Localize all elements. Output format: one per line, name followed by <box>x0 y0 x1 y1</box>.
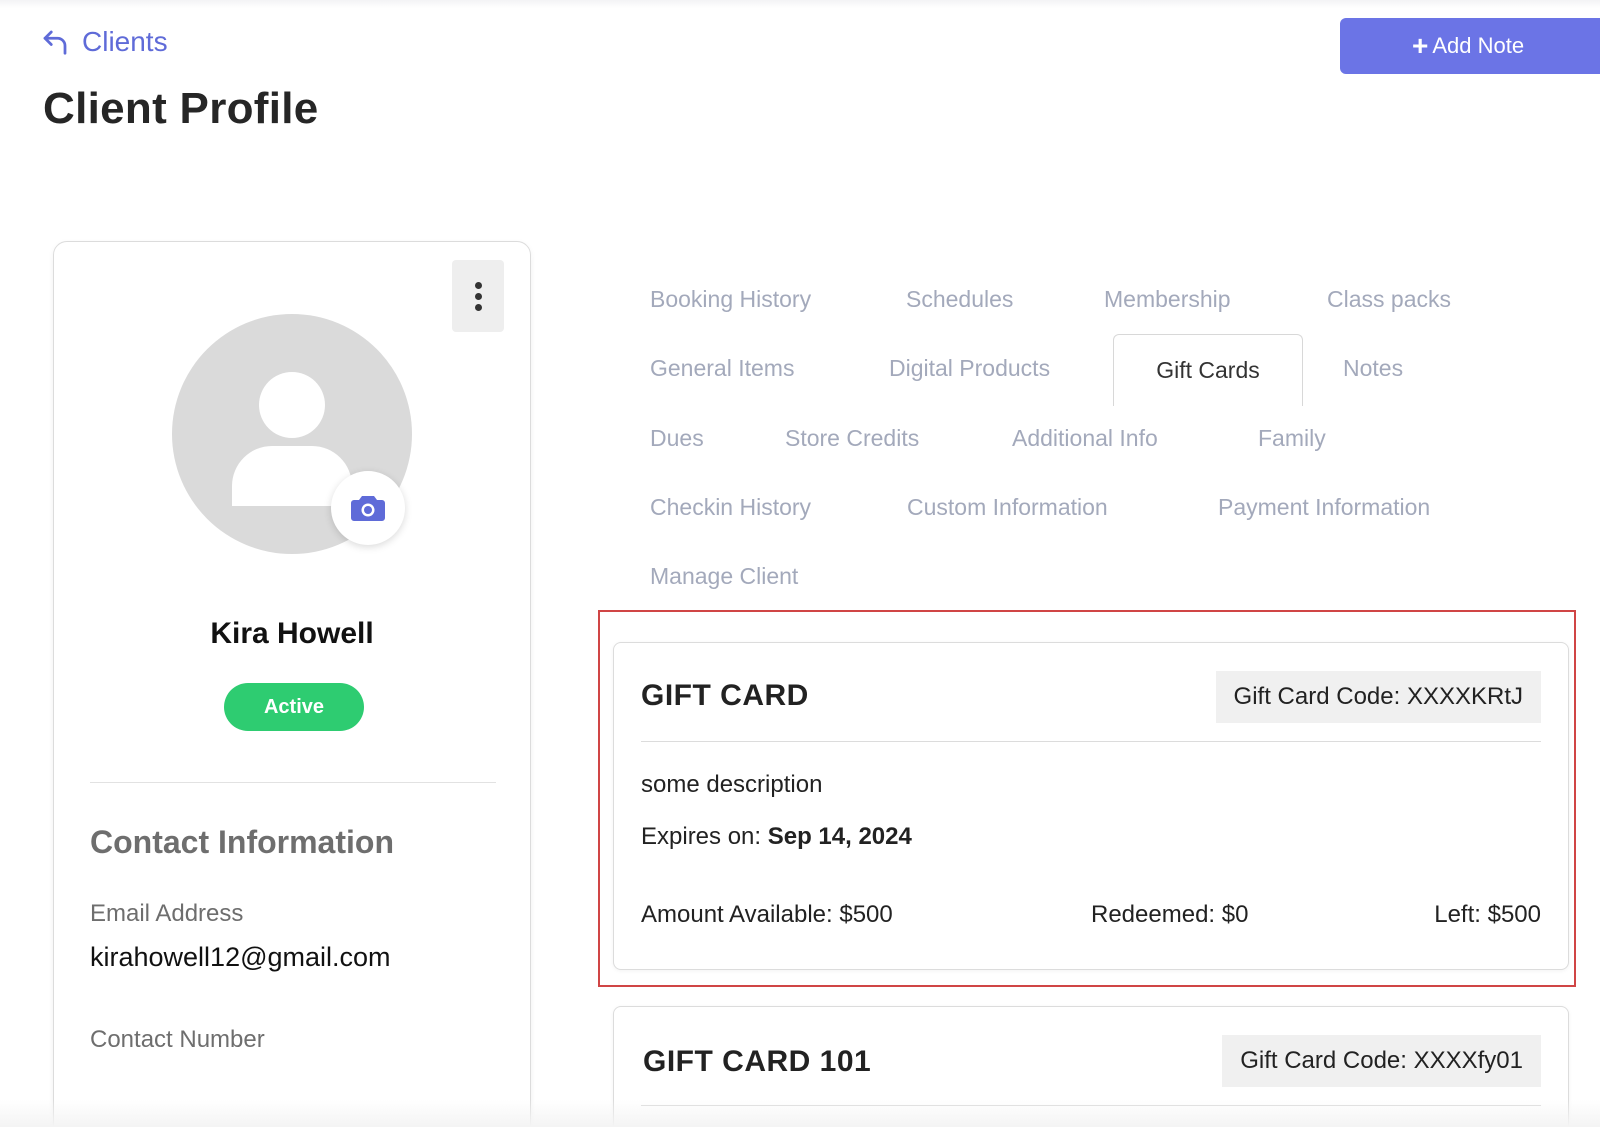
tab-class-packs[interactable]: Class packs <box>1327 286 1451 313</box>
tab-notes[interactable]: Notes <box>1343 355 1403 382</box>
tab-family[interactable]: Family <box>1258 425 1326 452</box>
profile-card: Kira Howell Active Contact Information E… <box>53 241 531 1127</box>
status-badge: Active <box>224 683 364 731</box>
tab-manage-client[interactable]: Manage Client <box>650 563 798 590</box>
gift-card-divider <box>641 741 1541 742</box>
gift-card-description: some description <box>641 771 823 798</box>
tab-schedules[interactable]: Schedules <box>906 286 1013 313</box>
tab-general-items[interactable]: General Items <box>650 355 794 382</box>
email-label: Email Address <box>90 900 244 927</box>
back-link-label: Clients <box>82 26 168 57</box>
add-note-label: Add Note <box>1432 33 1525 58</box>
page-title: Client Profile <box>43 84 319 133</box>
gift-card-title: GIFT CARD <box>641 679 809 712</box>
tab-digital-products[interactable]: Digital Products <box>889 355 1050 382</box>
tab-payment-information[interactable]: Payment Information <box>1218 494 1430 521</box>
back-to-clients-link[interactable]: Clients <box>40 26 168 58</box>
contact-number-label: Contact Number <box>90 1026 265 1053</box>
amount-available: Amount Available: $500 <box>641 901 893 928</box>
tab-booking-history[interactable]: Booking History <box>650 286 811 313</box>
gift-card-code: Gift Card Code: XXXXKRtJ <box>1215 671 1541 723</box>
kebab-dot <box>474 303 482 311</box>
tab-membership[interactable]: Membership <box>1104 286 1231 313</box>
more-options-button[interactable] <box>452 260 504 332</box>
gift-card-title: GIFT CARD 101 <box>643 1045 872 1078</box>
kebab-dot <box>474 281 482 289</box>
plus-icon: + <box>1412 30 1429 61</box>
tab-dues[interactable]: Dues <box>650 425 704 452</box>
back-arrow-icon <box>43 30 67 55</box>
tab-checkin-history[interactable]: Checkin History <box>650 494 811 521</box>
gift-card-expiry: Expires on: Sep 14, 2024 <box>641 823 912 851</box>
expires-date: Sep 14, 2024 <box>767 823 912 850</box>
kebab-dot <box>474 292 482 300</box>
add-note-button[interactable]: + Add Note <box>1340 18 1600 74</box>
gift-card: GIFT CARD Gift Card Code: XXXXKRtJ some … <box>613 642 1569 970</box>
tab-custom-information[interactable]: Custom Information <box>907 494 1108 521</box>
avatar-head <box>259 372 325 438</box>
tab-additional-info[interactable]: Additional Info <box>1012 425 1158 452</box>
contact-information-heading: Contact Information <box>90 824 394 860</box>
top-shadow <box>0 0 1600 8</box>
expires-label: Expires on: <box>641 823 768 850</box>
redeemed-amount: Redeemed: $0 <box>1091 901 1249 928</box>
tab-gift-cards[interactable]: Gift Cards <box>1113 334 1303 406</box>
left-amount: Left: $500 <box>1434 901 1541 928</box>
client-name: Kira Howell <box>210 617 374 650</box>
tab-store-credits[interactable]: Store Credits <box>785 425 919 452</box>
bottom-fade <box>0 1100 1600 1127</box>
email-value: kirahowell12@gmail.com <box>90 942 391 972</box>
change-photo-button[interactable] <box>331 471 405 545</box>
divider <box>90 782 496 783</box>
camera-icon <box>351 496 385 521</box>
gift-card-code: Gift Card Code: XXXXfy01 <box>1222 1035 1541 1087</box>
